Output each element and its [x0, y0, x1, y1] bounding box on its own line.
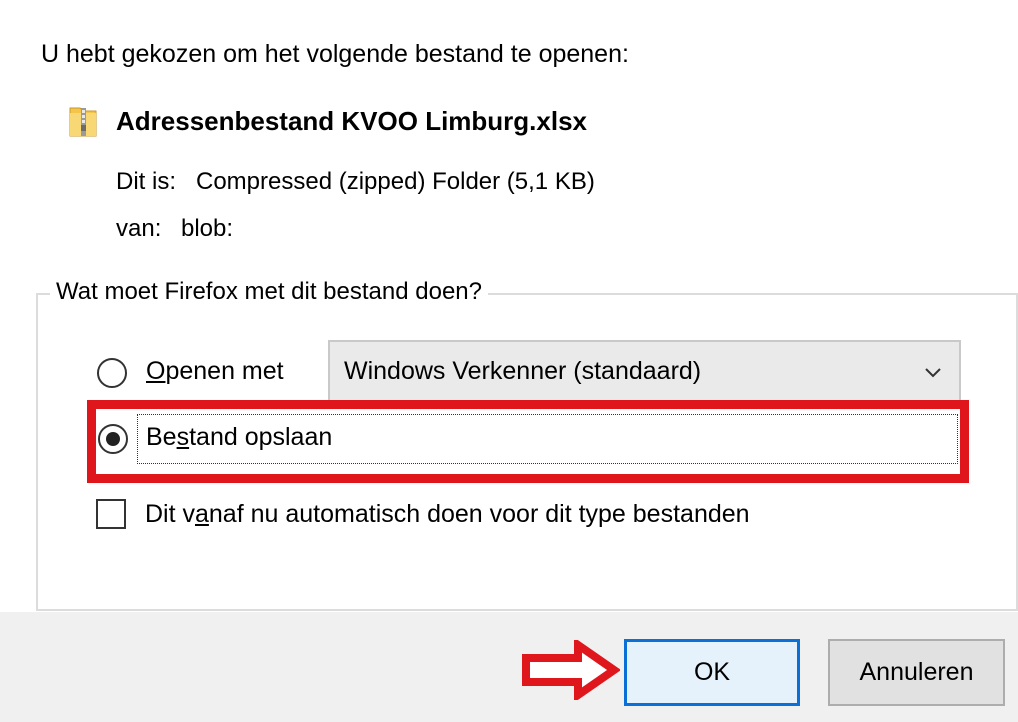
- ok-button[interactable]: OK: [624, 639, 800, 706]
- open-with-label[interactable]: Openen met: [146, 357, 284, 386]
- label-part: naf nu automatisch doen voor dit type be…: [208, 500, 750, 528]
- label-part: penen met: [165, 357, 284, 385]
- auto-action-label[interactable]: Dit vanaf nu automatisch doen voor dit t…: [145, 500, 750, 529]
- file-row: Adressenbestand KVOO Limburg.xlsx: [68, 103, 587, 139]
- type-value: Compressed (zipped) Folder (5,1 KB): [196, 168, 595, 195]
- zip-folder-icon: [68, 104, 98, 138]
- accelerator-key: O: [146, 357, 166, 385]
- open-with-radio[interactable]: [97, 358, 127, 388]
- label-part: Dit v: [145, 500, 195, 528]
- firefox-download-dialog: U hebt gekozen om het volgende bestand t…: [0, 0, 1018, 722]
- chevron-down-icon[interactable]: [923, 360, 943, 380]
- red-highlight-box: [87, 400, 969, 483]
- application-select-value: Windows Verkenner (standaard): [344, 357, 702, 385]
- intro-text: U hebt gekozen om het volgende bestand t…: [41, 40, 629, 68]
- cancel-button[interactable]: Annuleren: [828, 639, 1005, 706]
- from-label: van:: [116, 215, 162, 242]
- from-value: blob:: [181, 215, 234, 242]
- file-name: Adressenbestand KVOO Limburg.xlsx: [116, 105, 588, 136]
- group-legend: Wat moet Firefox met dit bestand doen?: [50, 278, 488, 306]
- red-arrow-icon: [522, 640, 620, 700]
- application-select[interactable]: Windows Verkenner (standaard): [328, 340, 961, 403]
- accelerator-key: a: [195, 500, 209, 528]
- type-label: Dit is:: [116, 168, 176, 195]
- auto-action-checkbox[interactable]: [96, 499, 126, 529]
